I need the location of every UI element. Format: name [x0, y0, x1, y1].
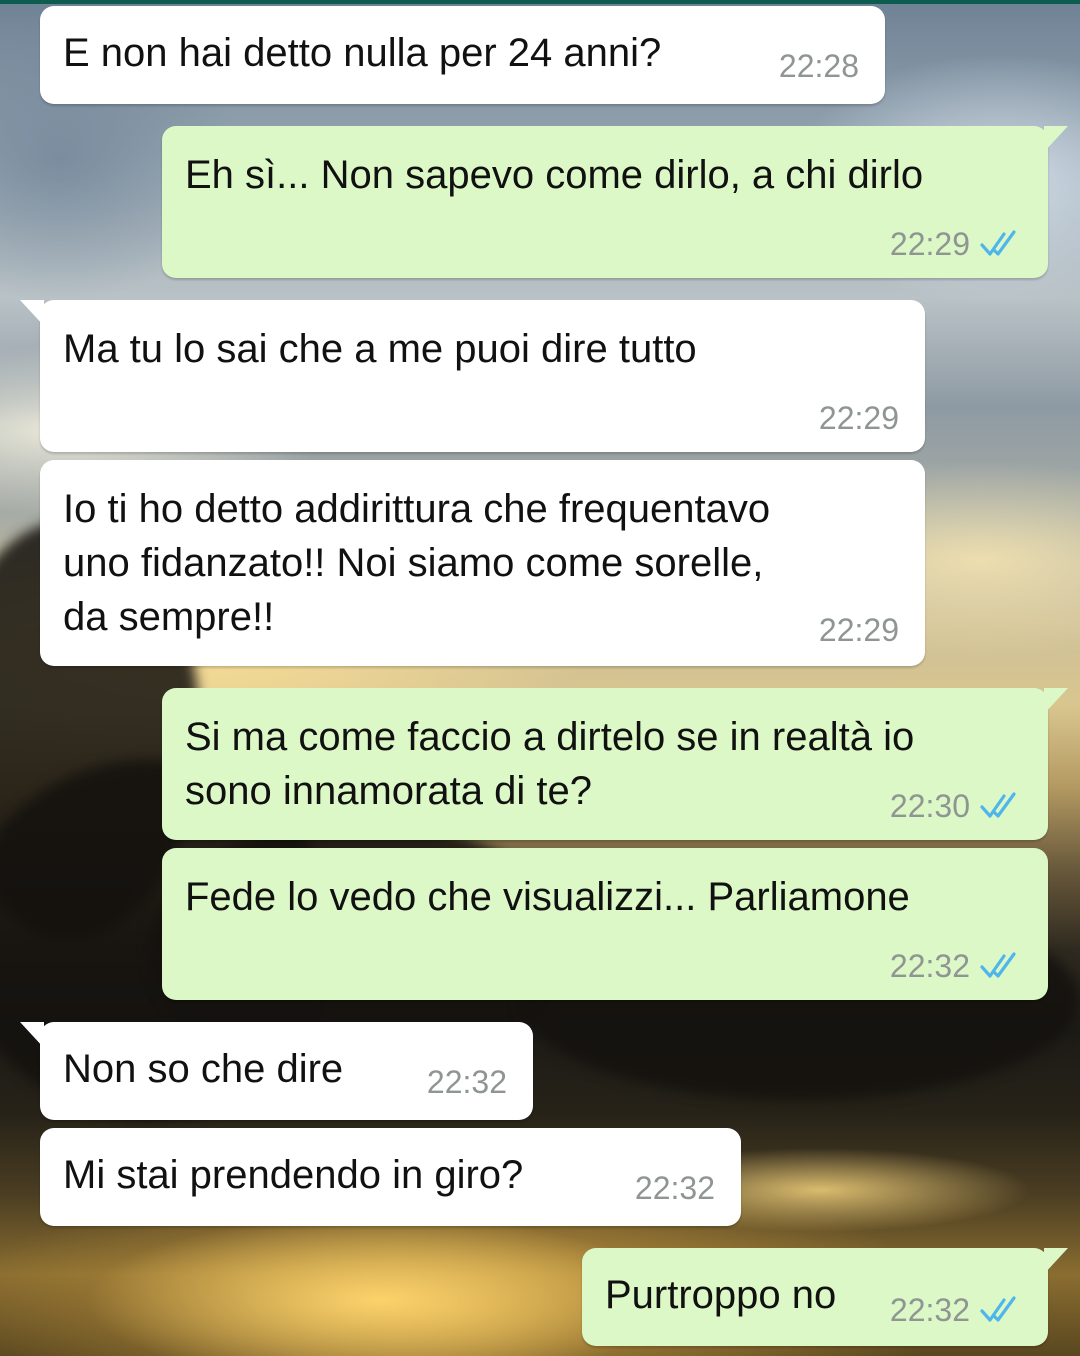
message-text: Ma tu lo sai che a me puoi dire tutto: [63, 327, 697, 371]
message-bubble-incoming[interactable]: Non so che dire 22:32: [20, 1022, 533, 1120]
message-bubble-incoming[interactable]: Mi stai prendendo in giro? 22:32: [40, 1128, 741, 1226]
message-text: Si ma come faccio a dirtelo se in realtà…: [185, 715, 915, 813]
message-meta: 22:29: [890, 224, 1022, 264]
message-bubble-outgoing[interactable]: Si ma come faccio a dirtelo se in realtà…: [162, 688, 1068, 840]
message-meta: 22:32: [427, 1062, 507, 1102]
message-text: E non hai detto nulla per 24 anni?: [63, 31, 662, 75]
message-meta: 22:29: [819, 398, 899, 438]
message-time: 22:28: [778, 48, 859, 84]
message-time: 22:29: [818, 400, 899, 436]
message-meta: 22:32: [635, 1168, 715, 1208]
message-bubble-outgoing[interactable]: Fede lo vedo che visualizzi... Parliamon…: [162, 848, 1048, 1000]
message-bubble-incoming[interactable]: Ma tu lo sai che a me puoi dire tutto 22…: [20, 300, 925, 452]
message-time: 22:29: [889, 226, 970, 262]
message-bubble-outgoing[interactable]: Eh sì... Non sapevo come dirlo, a chi di…: [162, 126, 1068, 278]
message-time: 22:32: [889, 1292, 970, 1328]
message-meta: 22:32: [890, 946, 1022, 986]
read-receipt-icon: [980, 792, 1016, 818]
message-text: Eh sì... Non sapevo come dirlo, a chi di…: [185, 153, 924, 197]
message-time: 22:32: [426, 1064, 507, 1100]
message-text: Mi stai prendendo in giro?: [63, 1153, 524, 1197]
message-time: 22:32: [889, 948, 970, 984]
message-meta: 22:28: [779, 46, 859, 86]
message-text: Io ti ho detto addirittura che frequenta…: [63, 487, 771, 639]
message-text: Non so che dire: [63, 1047, 344, 1091]
message-meta: 22:30: [890, 786, 1022, 826]
read-receipt-icon: [980, 952, 1016, 978]
read-receipt-icon: [980, 230, 1016, 256]
read-receipt-icon: [980, 1296, 1016, 1322]
message-bubble-outgoing[interactable]: Purtroppo no 22:32: [582, 1248, 1068, 1346]
message-bubble-incoming[interactable]: E non hai detto nulla per 24 anni? 22:28: [40, 6, 885, 104]
message-meta: 22:32: [890, 1290, 1022, 1330]
message-list[interactable]: E non hai detto nulla per 24 anni? 22:28…: [0, 0, 1080, 1356]
message-time: 22:29: [818, 612, 899, 648]
message-bubble-incoming[interactable]: Io ti ho detto addirittura che frequenta…: [40, 460, 925, 666]
message-text: Fede lo vedo che visualizzi... Parliamon…: [185, 875, 910, 919]
message-time: 22:32: [634, 1170, 715, 1206]
message-time: 22:30: [889, 788, 970, 824]
message-text: Purtroppo no: [605, 1273, 837, 1317]
message-meta: 22:29: [819, 610, 899, 650]
